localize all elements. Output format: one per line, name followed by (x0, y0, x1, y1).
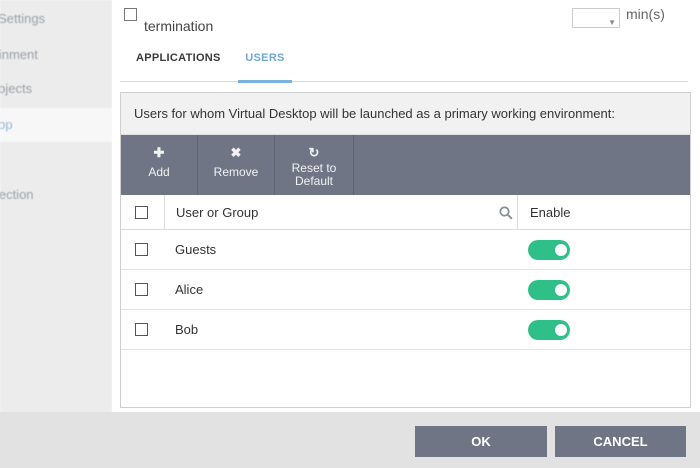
x-icon: ✖ (230, 145, 242, 160)
toggle-knob (555, 324, 567, 336)
table-row: Alice (121, 270, 690, 310)
cancel-button[interactable]: CANCEL (555, 426, 686, 457)
users-toolbar: ✚ Add ✖ Remove ↻ Reset to Default (121, 135, 690, 195)
table-row: Bob (121, 310, 690, 350)
reset-label-line2: Default (294, 174, 334, 188)
column-divider (517, 195, 518, 230)
enable-toggle[interactable] (528, 320, 570, 340)
select-all-checkbox[interactable] (135, 206, 148, 219)
row-user-name: Guests (175, 242, 217, 257)
enable-toggle[interactable] (528, 240, 570, 260)
toggle-knob (555, 244, 567, 256)
row-checkbox[interactable] (135, 323, 148, 336)
background-sidebar: k Settings tainment Objects ktop otectio… (0, 0, 112, 468)
column-header-enable: Enable (530, 205, 571, 220)
add-button-label: Add (148, 165, 170, 179)
tab-applications[interactable]: APPLICATIONS (136, 40, 220, 82)
minutes-unit-label: min(s) (626, 6, 665, 22)
bg-sidebar-item: Objects (0, 81, 33, 96)
bg-sidebar-item-active: ktop (0, 108, 112, 142)
column-divider (164, 195, 165, 230)
plus-icon: ✚ (153, 145, 165, 160)
termination-setting-row: termination ▼ min(s) (112, 0, 700, 40)
bg-sidebar-item: k Settings (0, 11, 46, 26)
bg-sidebar-item: tainment (0, 47, 38, 62)
row-checkbox[interactable] (135, 283, 148, 296)
termination-checkbox[interactable] (124, 8, 137, 21)
reset-label-line1: Reset to (291, 161, 337, 175)
bg-sidebar-item: otection (0, 187, 34, 202)
chevron-down-icon[interactable]: ▼ (608, 18, 616, 27)
table-header: User or Group Enable (121, 195, 690, 230)
users-panel: Users for whom Virtual Desktop will be l… (120, 92, 691, 408)
row-checkbox[interactable] (135, 243, 148, 256)
tab-bar: APPLICATIONS USERS (120, 40, 688, 83)
minutes-spinner[interactable]: ▼ (572, 8, 620, 28)
tab-users[interactable]: USERS (238, 40, 292, 83)
enable-toggle[interactable] (528, 280, 570, 300)
remove-button-label: Remove (213, 165, 259, 179)
add-button[interactable]: ✚ Add (121, 135, 198, 195)
termination-label: termination (144, 18, 214, 34)
toggle-knob (555, 284, 567, 296)
table-row: Guests (121, 230, 690, 270)
column-header-user-or-group: User or Group (176, 205, 259, 220)
ok-button[interactable]: OK (415, 426, 547, 457)
remove-button[interactable]: ✖ Remove (198, 135, 275, 195)
row-user-name: Alice (175, 282, 204, 297)
virtual-desktop-dialog: termination ▼ min(s) APPLICATIONS USERS … (112, 0, 700, 412)
search-icon[interactable] (499, 206, 513, 220)
refresh-icon: ↻ (308, 145, 320, 160)
row-user-name: Bob (175, 322, 199, 337)
panel-description: Users for whom Virtual Desktop will be l… (121, 93, 690, 135)
reset-to-default-button[interactable]: ↻ Reset to Default (275, 135, 354, 195)
